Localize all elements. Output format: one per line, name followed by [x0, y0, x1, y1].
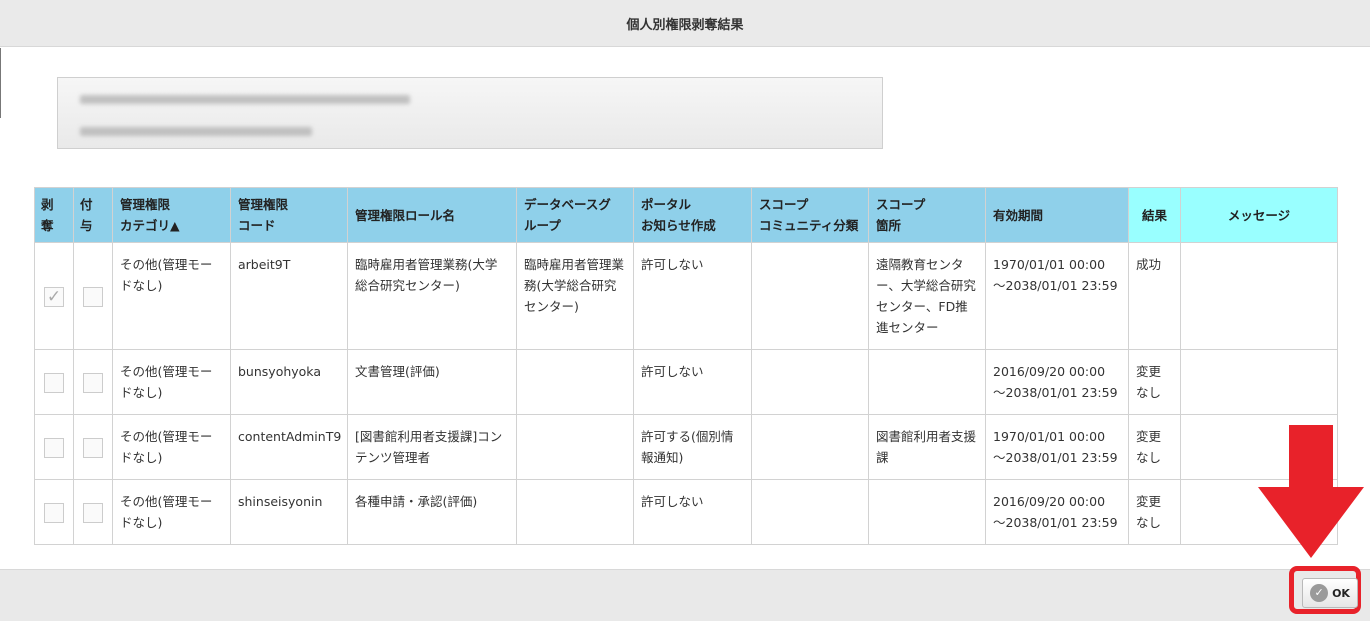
- cell-portal: 許可しない: [633, 479, 752, 545]
- col-message[interactable]: メッセージ: [1180, 187, 1338, 243]
- cell-portal: 許可しない: [633, 242, 752, 350]
- cell-code: contentAdminT9: [230, 414, 348, 480]
- revoke-checkbox[interactable]: [44, 437, 64, 458]
- revoke-checkbox[interactable]: ✓: [44, 286, 64, 307]
- redacted-text: [80, 127, 312, 136]
- cell-message: [1180, 242, 1338, 350]
- dialog-title: 個人別権限剥奪結果: [0, 0, 1370, 47]
- col-db-group[interactable]: データベースグ ループ: [516, 187, 634, 243]
- cell-community: [751, 479, 869, 545]
- check-circle-icon: ✓: [1310, 584, 1329, 602]
- col-portal[interactable]: ポータル お知らせ作成: [633, 187, 752, 243]
- table-row: その他(管理モードなし) shinseisyonin 各種申請・承認(評価) 許…: [34, 479, 1338, 545]
- down-arrow-icon: [1258, 425, 1364, 558]
- cell-role: 文書管理(評価): [347, 349, 517, 415]
- cell-role: 臨時雇用者管理業務(大学総合研究センター): [347, 242, 517, 350]
- col-category[interactable]: 管理権限 カテゴリ▲: [112, 187, 231, 243]
- col-revoke[interactable]: 剥奪: [34, 187, 74, 243]
- cell-db-group: [516, 349, 634, 415]
- cell-category: その他(管理モードなし): [112, 414, 231, 480]
- cell-role: 各種申請・承認(評価): [347, 479, 517, 545]
- cell-category: その他(管理モードなし): [112, 479, 231, 545]
- cell-period: 1970/01/01 00:00 ～2038/01/01 23:59: [985, 414, 1129, 480]
- cell-result: 成功: [1128, 242, 1181, 350]
- cell-portal: 許可しない: [633, 349, 752, 415]
- cell-community: [751, 349, 869, 415]
- cell-scope: 遠隔教育センター、大学総合研究センター、FD推進センター: [868, 242, 986, 350]
- cell-portal: 許可する(個別情報通知): [633, 414, 752, 480]
- cell-community: [751, 414, 869, 480]
- col-scope[interactable]: スコープ 箇所: [868, 187, 986, 243]
- cell-db-group: [516, 479, 634, 545]
- cell-code: arbeit9T: [230, 242, 348, 350]
- cell-scope: [868, 479, 986, 545]
- info-panel: [57, 77, 883, 149]
- grant-checkbox[interactable]: [83, 286, 103, 307]
- table-row: その他(管理モードなし) contentAdminT9 [図書館利用者支援課]コ…: [34, 414, 1338, 480]
- col-grant[interactable]: 付与: [73, 187, 113, 243]
- cell-period: 2016/09/20 00:00 ～2038/01/01 23:59: [985, 349, 1129, 415]
- revoke-checkbox[interactable]: [44, 502, 64, 523]
- col-period[interactable]: 有効期間: [985, 187, 1129, 243]
- cell-result: 変更なし: [1128, 414, 1181, 480]
- cell-category: その他(管理モードなし): [112, 349, 231, 415]
- dialog-footer: [0, 569, 1370, 621]
- cell-period: 2016/09/20 00:00 ～2038/01/01 23:59: [985, 479, 1129, 545]
- cell-scope: [868, 349, 986, 415]
- col-result[interactable]: 結果: [1128, 187, 1181, 243]
- cell-scope: 図書館利用者支援課: [868, 414, 986, 480]
- ok-button[interactable]: ✓ OK: [1302, 578, 1358, 608]
- table-row: その他(管理モードなし) bunsyohyoka 文書管理(評価) 許可しない …: [34, 349, 1338, 415]
- cell-db-group: [516, 414, 634, 480]
- cell-community: [751, 242, 869, 350]
- header-row: 剥奪 付与 管理権限 カテゴリ▲ 管理権限 コード 管理権限ロール名 データベースグ…: [34, 187, 1338, 243]
- col-community[interactable]: スコープ コミュニティ分類: [751, 187, 869, 243]
- redacted-text: [80, 95, 410, 104]
- table-row: ✓ その他(管理モードなし) arbeit9T 臨時雇用者管理業務(大学総合研究…: [34, 242, 1338, 350]
- cell-message: [1180, 349, 1338, 415]
- col-code[interactable]: 管理権限 コード: [230, 187, 348, 243]
- grant-checkbox[interactable]: [83, 437, 103, 458]
- ok-label: OK: [1332, 586, 1350, 600]
- cell-db-group: 臨時雇用者管理業務(大学総合研究センター): [516, 242, 634, 350]
- col-role[interactable]: 管理権限ロール名: [347, 187, 517, 243]
- cell-code: shinseisyonin: [230, 479, 348, 545]
- cell-category: その他(管理モードなし): [112, 242, 231, 350]
- revoke-checkbox[interactable]: [44, 372, 64, 393]
- result-table: 剥奪 付与 管理権限 カテゴリ▲ 管理権限 コード 管理権限ロール名 データベースグ…: [34, 187, 1338, 545]
- left-edge-marker: [0, 48, 1, 118]
- cell-role: [図書館利用者支援課]コンテンツ管理者: [347, 414, 517, 480]
- grant-checkbox[interactable]: [83, 502, 103, 523]
- grant-checkbox[interactable]: [83, 372, 103, 393]
- cell-result: 変更なし: [1128, 349, 1181, 415]
- cell-period: 1970/01/01 00:00 ～2038/01/01 23:59: [985, 242, 1129, 350]
- cell-result: 変更なし: [1128, 479, 1181, 545]
- cell-code: bunsyohyoka: [230, 349, 348, 415]
